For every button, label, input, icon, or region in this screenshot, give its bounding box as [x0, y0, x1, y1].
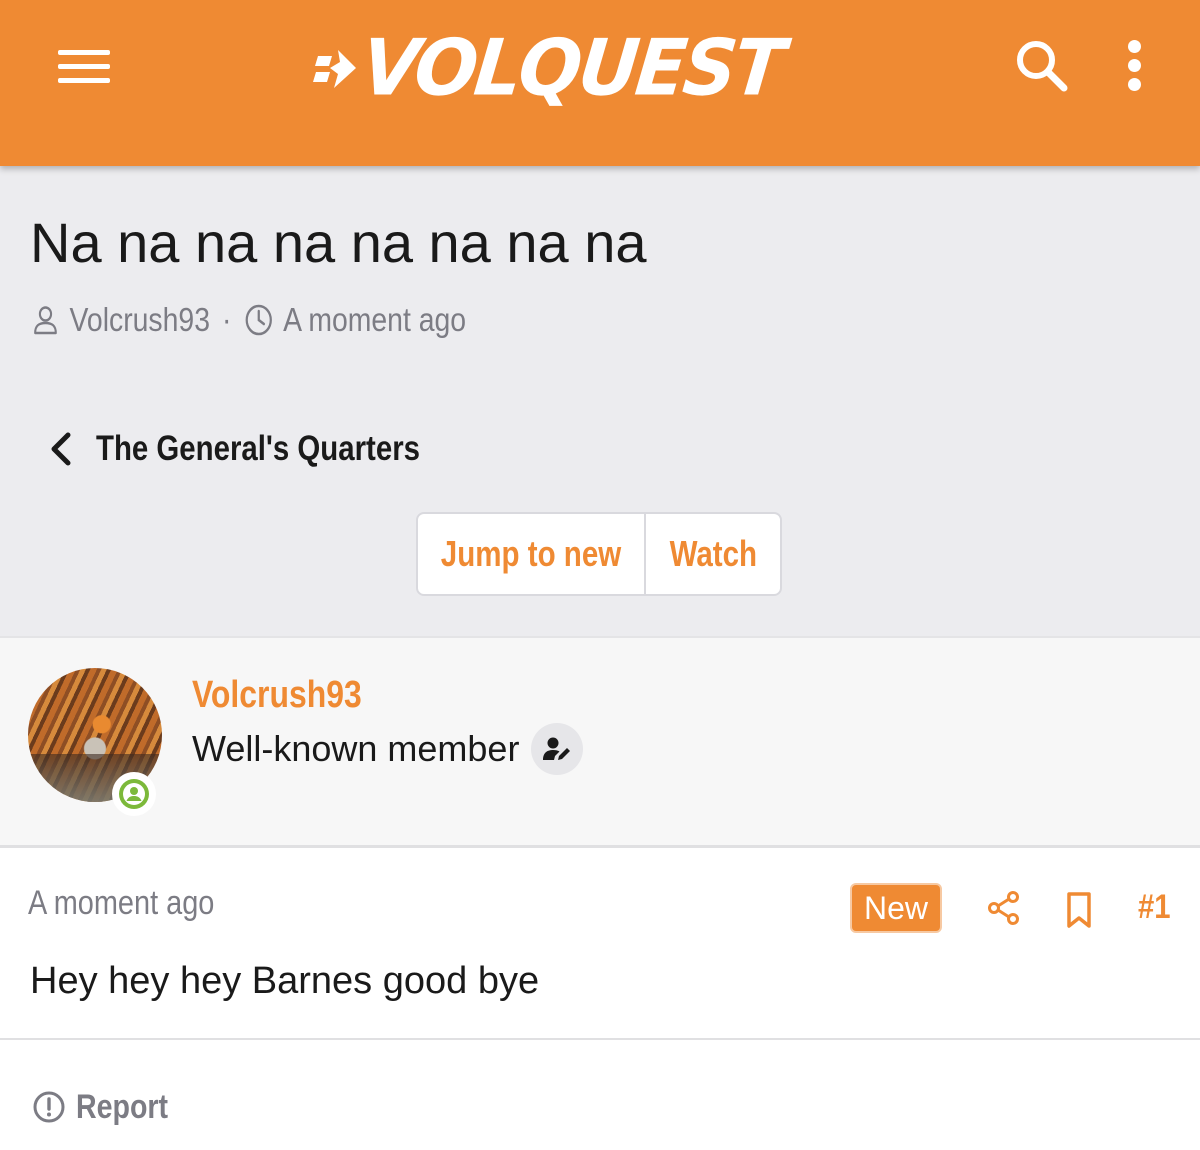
hamburger-icon[interactable]	[58, 46, 110, 86]
alert-circle-icon	[32, 1090, 66, 1124]
site-logo[interactable]: VOLQUEST	[312, 22, 802, 114]
online-status-icon	[112, 772, 156, 816]
search-icon[interactable]	[1014, 38, 1070, 94]
jump-to-new-button[interactable]: Jump to new	[418, 514, 646, 594]
post-time-link[interactable]: A moment ago	[28, 884, 214, 923]
user-edit-icon	[531, 723, 584, 775]
page-title: Na na na na na na na na	[30, 211, 647, 274]
post-author-section: Volcrush93 Well-known member	[0, 636, 1200, 848]
top-app-bar: VOLQUEST	[0, 0, 1200, 166]
clock-icon	[244, 302, 275, 338]
thread-action-buttons: Jump to new Watch	[416, 512, 782, 596]
post-number-link[interactable]: #1	[1138, 888, 1171, 927]
breadcrumb[interactable]: The General's Quarters	[46, 424, 482, 474]
report-label: Report	[76, 1087, 169, 1126]
logo-text: VOLQUEST	[357, 22, 787, 114]
post-text: Hey hey hey Barnes good bye	[30, 960, 540, 1002]
post-body: A moment ago New #1 Hey hey hey Barnes g…	[0, 848, 1200, 1040]
report-button[interactable]: Report	[32, 1086, 186, 1128]
new-badge: New	[850, 883, 942, 933]
kebab-menu-icon[interactable]	[1120, 40, 1150, 92]
author-role: Well-known member	[192, 723, 584, 775]
share-icon[interactable]	[984, 888, 1024, 928]
bookmark-icon[interactable]	[1062, 890, 1096, 930]
thread-author-link[interactable]: Volcrush93	[70, 301, 210, 339]
chevron-left-icon	[51, 432, 71, 466]
meta-separator: ·	[222, 301, 232, 338]
thread-meta: Volcrush93 · A moment ago	[30, 296, 466, 344]
user-icon	[30, 302, 61, 338]
post-author-name[interactable]: Volcrush93	[192, 674, 362, 717]
post-footer: Report	[0, 1040, 1200, 1150]
author-role-label: Well-known member	[192, 728, 520, 769]
logo-mark-icon	[313, 50, 356, 88]
watch-button[interactable]: Watch	[646, 514, 780, 594]
breadcrumb-label: The General's Quarters	[96, 429, 420, 468]
thread-time-link[interactable]: A moment ago	[283, 301, 466, 339]
watch-label: Watch	[669, 533, 757, 574]
jump-to-new-label: Jump to new	[440, 533, 622, 574]
